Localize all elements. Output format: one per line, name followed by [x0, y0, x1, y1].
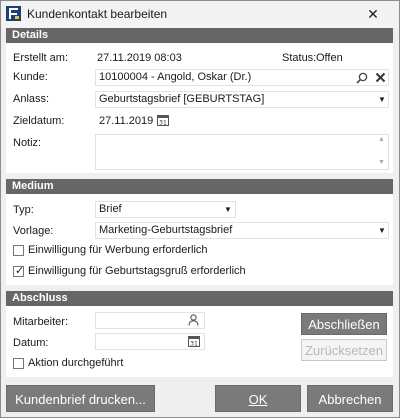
template-dropdown-icon[interactable]: ▼ — [378, 226, 386, 235]
date-label: Datum: — [13, 337, 49, 349]
scroll-up-icon[interactable]: ▲ — [378, 136, 385, 143]
customer-label: Kunde: — [13, 71, 48, 83]
complete-button[interactable]: Abschließen — [301, 313, 387, 335]
date-calendar-icon[interactable]: 31 — [188, 335, 200, 347]
medium-header: Medium — [6, 179, 393, 194]
calendar-icon[interactable]: 31 — [157, 114, 169, 126]
clear-icon[interactable] — [375, 72, 386, 83]
customer-value: 10100004 - Angold, Oskar (Dr.) — [99, 71, 252, 83]
type-label: Typ: — [13, 204, 34, 216]
type-select[interactable]: Brief — [95, 201, 236, 218]
app-icon — [6, 6, 21, 21]
svg-text:31: 31 — [159, 120, 167, 127]
note-label: Notiz: — [13, 137, 42, 149]
template-value: Marketing-Geburtstagsbrief — [99, 224, 233, 236]
action-done-label: Aktion durchgeführt — [28, 357, 124, 369]
employee-label: Mitarbeiter: — [13, 316, 69, 328]
checkmark-icon: ✓ — [15, 265, 25, 277]
target-date-value: 27.11.2019 — [99, 115, 154, 127]
dialog-window: Kundenkontakt bearbeiten ✕ Details Erste… — [0, 0, 400, 418]
medium-panel: Typ: Brief ▼ Vorlage: Marketing-Geburtst… — [6, 194, 393, 285]
type-value: Brief — [99, 203, 122, 215]
status-value: Offen — [316, 52, 343, 64]
occasion-value: Geburtstagsbrief [GEBURTSTAG] — [99, 93, 265, 105]
action-done-checkbox[interactable] — [13, 358, 24, 369]
print-letter-button[interactable]: Kundenbrief drucken... — [6, 385, 155, 412]
occasion-label: Anlass: — [13, 93, 50, 105]
user-icon[interactable] — [188, 314, 199, 326]
window-title: Kundenkontakt bearbeiten — [27, 7, 168, 21]
details-panel: Erstellt am: 27.11.2019 08:03 Status: Of… — [6, 43, 393, 173]
type-dropdown-icon[interactable]: ▼ — [224, 205, 232, 214]
created-value: 27.11.2019 08:03 — [97, 52, 182, 64]
reset-button[interactable]: Zurücksetzen — [301, 339, 387, 361]
cancel-button[interactable]: Abbrechen — [307, 385, 393, 412]
template-label: Vorlage: — [13, 225, 54, 237]
advertising-consent-checkbox[interactable] — [13, 245, 24, 256]
details-header: Details — [6, 28, 393, 43]
svg-text:31: 31 — [190, 341, 198, 348]
customer-field[interactable]: 10100004 - Angold, Oskar (Dr.) — [95, 69, 389, 86]
advertising-consent-label: Einwilligung für Werbung erforderlich — [28, 244, 208, 256]
ok-button[interactable]: OK — [215, 385, 301, 412]
target-date-field[interactable]: 27.11.2019 — [95, 113, 155, 130]
target-date-label: Zieldatum: — [13, 115, 65, 127]
close-icon[interactable]: ✕ — [363, 4, 383, 24]
birthday-consent-checkbox[interactable]: ✓ — [13, 265, 25, 277]
birthday-consent-label: Einwilligung für Geburtstagsgruß erforde… — [28, 265, 246, 277]
note-textarea[interactable] — [95, 134, 389, 170]
title-bar: Kundenkontakt bearbeiten ✕ — [1, 1, 399, 28]
search-icon[interactable] — [356, 72, 368, 84]
status-label: Status: — [282, 52, 317, 64]
scroll-down-icon[interactable]: ▼ — [378, 159, 385, 166]
completion-header: Abschluss — [6, 291, 393, 306]
completion-panel: Mitarbeiter: Datum: 31 Aktion durchgefüh… — [6, 306, 393, 377]
occasion-select[interactable]: Geburtstagsbrief [GEBURTSTAG] — [95, 91, 389, 108]
template-select[interactable]: Marketing-Geburtstagsbrief — [95, 222, 389, 239]
dropdown-arrow-icon[interactable]: ▼ — [378, 95, 386, 104]
created-label: Erstellt am: — [13, 52, 69, 64]
